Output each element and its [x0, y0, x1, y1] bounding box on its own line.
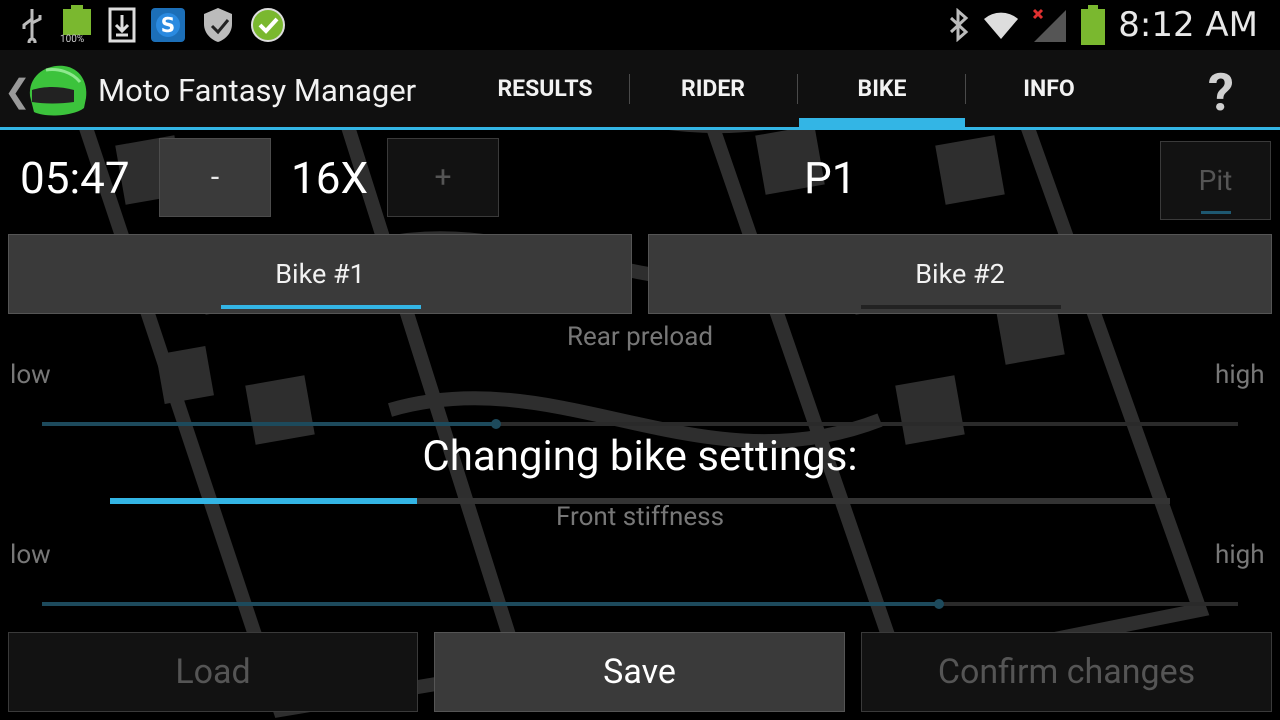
sim-speed: 16X — [291, 152, 369, 204]
slider-thumb[interactable] — [491, 419, 501, 429]
slider-fill — [42, 422, 496, 426]
front-stiffness-label: Front stiffness — [555, 502, 725, 532]
helmet-logo-icon[interactable] — [24, 60, 90, 120]
front-stiffness-high-label: high — [1215, 540, 1265, 570]
speed-increase-button[interactable]: + — [387, 138, 499, 217]
bluetooth-icon — [950, 8, 969, 42]
minus-label: - — [210, 160, 220, 195]
status-time: 8:12 AM — [1118, 5, 1258, 45]
front-stiffness-slider[interactable] — [42, 599, 1238, 609]
tab-results[interactable]: RESULTS — [462, 50, 628, 127]
skype-icon: S — [151, 8, 185, 42]
check-icon — [251, 8, 285, 42]
rear-preload-low-label: low — [10, 360, 51, 390]
tab-info[interactable]: INFO — [966, 50, 1132, 127]
slider-fill — [42, 602, 939, 606]
shield-icon — [204, 8, 232, 42]
tab-divider — [797, 74, 798, 104]
tab-label: RESULTS — [497, 75, 593, 102]
unselected-indicator — [861, 305, 1061, 309]
rear-preload-label: Rear preload — [566, 322, 714, 352]
rear-preload-slider[interactable] — [42, 419, 1238, 429]
plus-label: + — [434, 160, 452, 195]
download-icon — [108, 7, 136, 43]
usb-icon — [22, 9, 42, 43]
load-label: Load — [175, 652, 251, 692]
speed-decrease-button[interactable]: - — [159, 138, 271, 217]
battery-icon: 100% — [60, 5, 94, 45]
help-button[interactable]: ? — [1208, 62, 1234, 123]
slider-thumb[interactable] — [934, 599, 944, 609]
pit-button[interactable]: Pit — [1160, 141, 1271, 220]
dialog-title: Changing bike settings: — [422, 432, 858, 481]
app-title: Moto Fantasy Manager — [98, 72, 417, 109]
tab-label: RIDER — [680, 75, 746, 102]
bike-tab-label: Bike #2 — [915, 258, 1005, 290]
tab-bike[interactable]: BIKE — [799, 50, 965, 127]
tab-rider[interactable]: RIDER — [630, 50, 796, 127]
battery-percent: 100% — [60, 34, 85, 45]
signal-icon — [1033, 8, 1067, 42]
confirm-changes-button[interactable]: Confirm changes — [861, 632, 1272, 712]
pit-indicator — [1201, 211, 1231, 214]
front-stiffness-low-label: low — [10, 540, 51, 570]
battery-icon — [1080, 5, 1106, 45]
pit-label: Pit — [1198, 164, 1233, 197]
tab-label: BIKE — [857, 75, 907, 102]
confirm-label: Confirm changes — [937, 652, 1196, 692]
save-button[interactable]: Save — [434, 632, 845, 712]
tab-label: INFO — [1023, 75, 1075, 102]
race-timer: 05:47 — [20, 152, 130, 204]
svg-text:S: S — [161, 13, 175, 37]
status-bar: 100% S 8:12 AM — [0, 0, 1280, 50]
save-label: Save — [603, 652, 676, 692]
rear-preload-high-label: high — [1215, 360, 1265, 390]
selected-indicator — [221, 305, 421, 309]
action-bar: ❮ Moto Fantasy Manager RESULTS RIDER BIK… — [0, 50, 1280, 130]
load-button[interactable]: Load — [8, 632, 418, 712]
bike-1-tab[interactable]: Bike #1 — [8, 234, 632, 314]
bike-2-tab[interactable]: Bike #2 — [648, 234, 1272, 314]
bike-tab-label: Bike #1 — [275, 258, 365, 290]
race-position: P1 — [804, 152, 857, 204]
wifi-icon — [984, 12, 1019, 39]
